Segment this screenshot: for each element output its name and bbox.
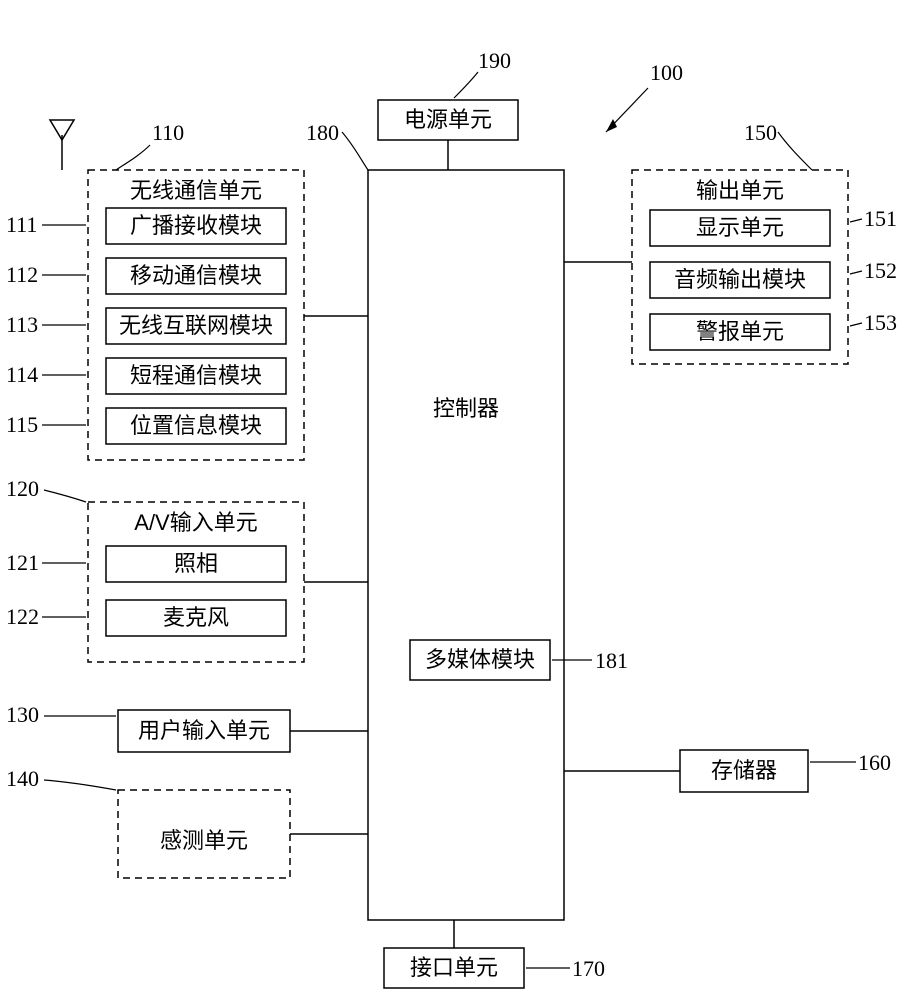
av-item-121: 照相 121 xyxy=(6,546,286,582)
ref-190: 190 xyxy=(478,48,511,73)
svg-text:111: 111 xyxy=(6,212,37,237)
output-item-151: 显示单元 151 xyxy=(650,206,897,246)
svg-text:114: 114 xyxy=(6,362,38,387)
wireless-item-114: 短程通信模块 114 xyxy=(6,358,286,394)
sensing-label: 感测单元 xyxy=(160,828,248,853)
storage-label: 存储器 xyxy=(711,758,777,783)
svg-text:音频输出模块: 音频输出模块 xyxy=(674,267,806,292)
interface-label: 接口单元 xyxy=(410,955,498,980)
user-input-label: 用户输入单元 xyxy=(138,718,270,743)
arrowhead-100 xyxy=(606,119,617,132)
leader-180 xyxy=(342,132,368,170)
svg-text:112: 112 xyxy=(6,262,38,287)
ref-130: 130 xyxy=(6,702,39,727)
ref-120: 120 xyxy=(6,476,39,501)
svg-text:113: 113 xyxy=(6,312,38,337)
output-unit-title: 输出单元 xyxy=(696,178,784,203)
svg-text:151: 151 xyxy=(864,206,897,231)
wireless-unit-title: 无线通信单元 xyxy=(130,178,262,203)
leader-120 xyxy=(44,490,86,502)
svg-text:显示单元: 显示单元 xyxy=(696,215,784,240)
svg-text:115: 115 xyxy=(6,412,38,437)
ref-100: 100 xyxy=(650,60,683,85)
svg-text:153: 153 xyxy=(864,310,897,335)
svg-text:警报单元: 警报单元 xyxy=(696,319,784,344)
svg-text:广播接收模块: 广播接收模块 xyxy=(130,213,262,238)
power-unit-label: 电源单元 xyxy=(404,107,492,132)
svg-text:麦克风: 麦克风 xyxy=(163,605,229,630)
output-item-152: 音频输出模块 152 xyxy=(650,258,897,298)
leader-110 xyxy=(116,145,150,170)
svg-text:无线互联网模块: 无线互联网模块 xyxy=(119,313,273,338)
antenna-icon xyxy=(50,120,74,170)
ref-181: 181 xyxy=(595,648,628,673)
wireless-item-111: 广播接收模块 111 xyxy=(6,208,286,244)
leader-150 xyxy=(778,132,812,170)
svg-text:122: 122 xyxy=(6,604,39,629)
ref-110: 110 xyxy=(152,120,184,145)
controller-box xyxy=(368,170,564,920)
wireless-item-115: 位置信息模块 115 xyxy=(6,408,286,444)
svg-text:位置信息模块: 位置信息模块 xyxy=(130,413,262,438)
ref-170: 170 xyxy=(572,956,605,981)
wireless-item-112: 移动通信模块 112 xyxy=(6,258,286,294)
ref-140: 140 xyxy=(6,766,39,791)
leader-140 xyxy=(44,780,116,790)
wireless-item-113: 无线互联网模块 113 xyxy=(6,308,286,344)
leader-190 xyxy=(454,72,478,98)
multimedia-label: 多媒体模块 xyxy=(425,647,535,672)
output-item-153: 警报单元 153 xyxy=(650,310,897,350)
av-unit-title: A/V输入单元 xyxy=(134,510,257,535)
ref-180: 180 xyxy=(306,120,339,145)
svg-text:121: 121 xyxy=(6,550,39,575)
ref-150: 150 xyxy=(744,120,777,145)
svg-text:照相: 照相 xyxy=(174,551,218,576)
controller-label: 控制器 xyxy=(433,396,499,421)
ref-160: 160 xyxy=(858,750,891,775)
svg-text:短程通信模块: 短程通信模块 xyxy=(130,363,262,388)
svg-text:移动通信模块: 移动通信模块 xyxy=(130,263,262,288)
block-diagram: 电源单元 190 100 控制器 180 多媒体模块 181 无线通信单元 11… xyxy=(0,0,917,1000)
svg-text:152: 152 xyxy=(864,258,897,283)
av-item-122: 麦克风 122 xyxy=(6,600,286,636)
